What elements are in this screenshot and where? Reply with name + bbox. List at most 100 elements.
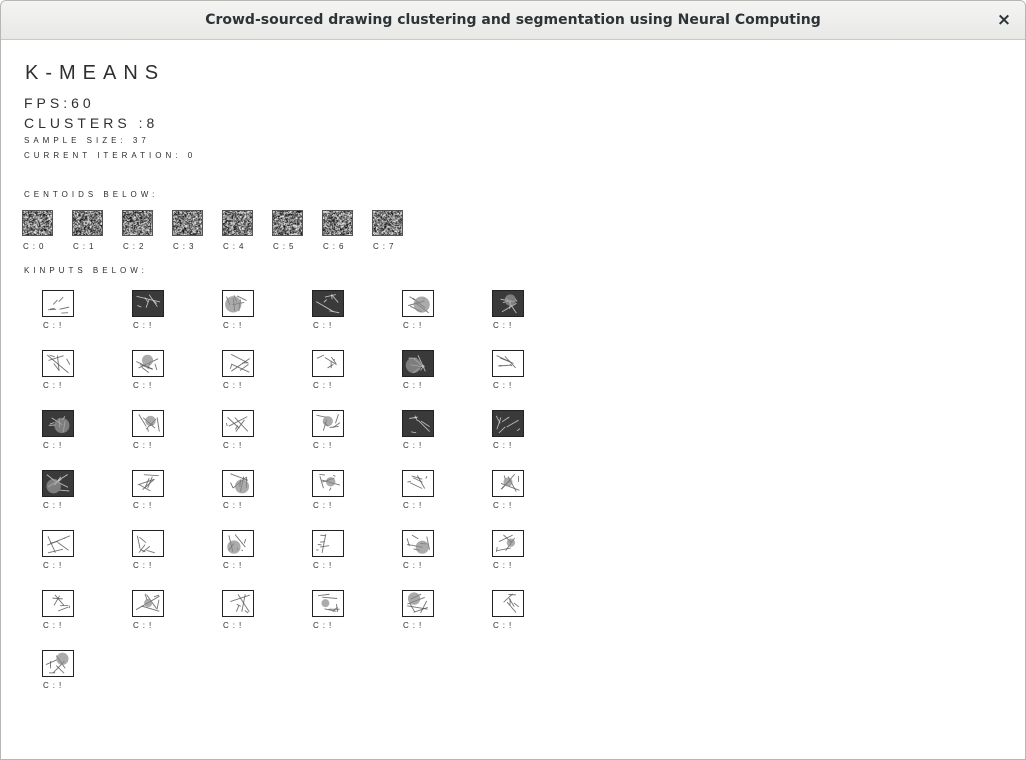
input-thumbnail — [222, 590, 254, 617]
input-thumbnail — [402, 410, 434, 437]
input-thumbnail — [312, 470, 344, 497]
input-cluster-label: C:! — [493, 321, 516, 330]
input-thumbnail — [222, 410, 254, 437]
input-thumbnail — [132, 410, 164, 437]
current-iteration-readout: CURRENT ITERATION: 0 — [24, 151, 197, 160]
input-thumbnail — [132, 350, 164, 377]
input-cluster-label: C:! — [43, 441, 66, 450]
close-icon[interactable]: × — [993, 9, 1015, 31]
centroid-5 — [272, 210, 303, 236]
input-thumbnail — [492, 290, 524, 317]
input-cluster-label: C:! — [313, 381, 336, 390]
centroid-7 — [372, 210, 403, 236]
input-cluster-label: C:! — [403, 621, 426, 630]
input-cluster-label: C:! — [133, 321, 156, 330]
centroid-label: C:7 — [373, 242, 398, 251]
input-thumbnail — [312, 530, 344, 557]
input-thumbnail — [42, 350, 74, 377]
input-cluster-label: C:! — [43, 321, 66, 330]
input-cluster-label: C:! — [403, 501, 426, 510]
input-cluster-label: C:! — [133, 441, 156, 450]
fps-readout: FPS:60 — [24, 95, 95, 111]
input-thumbnail — [492, 530, 524, 557]
input-cluster-label: C:! — [43, 561, 66, 570]
input-cluster-label: C:! — [133, 561, 156, 570]
input-cluster-label: C:! — [313, 321, 336, 330]
centroid-3 — [172, 210, 203, 236]
input-thumbnail — [132, 470, 164, 497]
algorithm-title: K-MEANS — [25, 62, 166, 84]
app-window: Crowd-sourced drawing clustering and seg… — [0, 0, 1026, 760]
centroid-label: C:5 — [273, 242, 298, 251]
centroid-0 — [22, 210, 53, 236]
input-cluster-label: C:! — [223, 381, 246, 390]
main-content: K-MEANS FPS:60 CLUSTERS :8 SAMPLE SIZE: … — [1, 40, 1025, 759]
centroid-label: C:2 — [123, 242, 148, 251]
input-cluster-label: C:! — [313, 621, 336, 630]
input-thumbnail — [42, 470, 74, 497]
centroid-1 — [72, 210, 103, 236]
input-cluster-label: C:! — [43, 501, 66, 510]
input-thumbnail — [42, 650, 74, 677]
input-thumbnail — [492, 410, 524, 437]
input-cluster-label: C:! — [223, 501, 246, 510]
input-cluster-label: C:! — [223, 321, 246, 330]
centroids-heading: CENTOIDS BELOW: — [24, 190, 159, 199]
sample-size-readout: SAMPLE SIZE: 37 — [24, 136, 150, 145]
input-cluster-label: C:! — [493, 381, 516, 390]
centroid-4 — [222, 210, 253, 236]
input-thumbnail — [402, 350, 434, 377]
input-thumbnail — [132, 590, 164, 617]
input-cluster-label: C:! — [403, 561, 426, 570]
centroid-label: C:0 — [23, 242, 48, 251]
input-cluster-label: C:! — [493, 561, 516, 570]
input-cluster-label: C:! — [133, 381, 156, 390]
input-thumbnail — [402, 530, 434, 557]
centroid-label: C:6 — [323, 242, 348, 251]
input-thumbnail — [402, 290, 434, 317]
input-thumbnail — [42, 290, 74, 317]
input-thumbnail — [492, 590, 524, 617]
input-thumbnail — [222, 290, 254, 317]
input-thumbnail — [42, 590, 74, 617]
input-thumbnail — [312, 290, 344, 317]
input-cluster-label: C:! — [133, 621, 156, 630]
centroid-2 — [122, 210, 153, 236]
centroid-label: C:4 — [223, 242, 248, 251]
input-cluster-label: C:! — [223, 621, 246, 630]
input-thumbnail — [312, 590, 344, 617]
input-cluster-label: C:! — [43, 621, 66, 630]
input-cluster-label: C:! — [493, 621, 516, 630]
input-thumbnail — [402, 590, 434, 617]
input-cluster-label: C:! — [403, 321, 426, 330]
input-thumbnail — [222, 470, 254, 497]
input-thumbnail — [132, 530, 164, 557]
input-thumbnail — [222, 530, 254, 557]
input-thumbnail — [222, 350, 254, 377]
input-thumbnail — [492, 350, 524, 377]
input-cluster-label: C:! — [133, 501, 156, 510]
input-thumbnail — [312, 350, 344, 377]
input-thumbnail — [492, 470, 524, 497]
input-cluster-label: C:! — [493, 501, 516, 510]
window-title: Crowd-sourced drawing clustering and seg… — [205, 12, 821, 28]
centroid-label: C:1 — [73, 242, 98, 251]
centroid-6 — [322, 210, 353, 236]
input-thumbnail — [132, 290, 164, 317]
centroid-label: C:3 — [173, 242, 198, 251]
input-cluster-label: C:! — [313, 441, 336, 450]
input-cluster-label: C:! — [313, 501, 336, 510]
clusters-readout: CLUSTERS :8 — [24, 115, 159, 131]
title-bar: Crowd-sourced drawing clustering and seg… — [1, 1, 1025, 40]
inputs-heading: KINPUTS BELOW: — [24, 266, 148, 275]
input-cluster-label: C:! — [403, 381, 426, 390]
input-cluster-label: C:! — [313, 561, 336, 570]
input-cluster-label: C:! — [223, 441, 246, 450]
input-cluster-label: C:! — [43, 681, 66, 690]
input-cluster-label: C:! — [403, 441, 426, 450]
input-cluster-label: C:! — [223, 561, 246, 570]
input-thumbnail — [42, 530, 74, 557]
input-thumbnail — [312, 410, 344, 437]
input-thumbnail — [402, 470, 434, 497]
input-cluster-label: C:! — [43, 381, 66, 390]
